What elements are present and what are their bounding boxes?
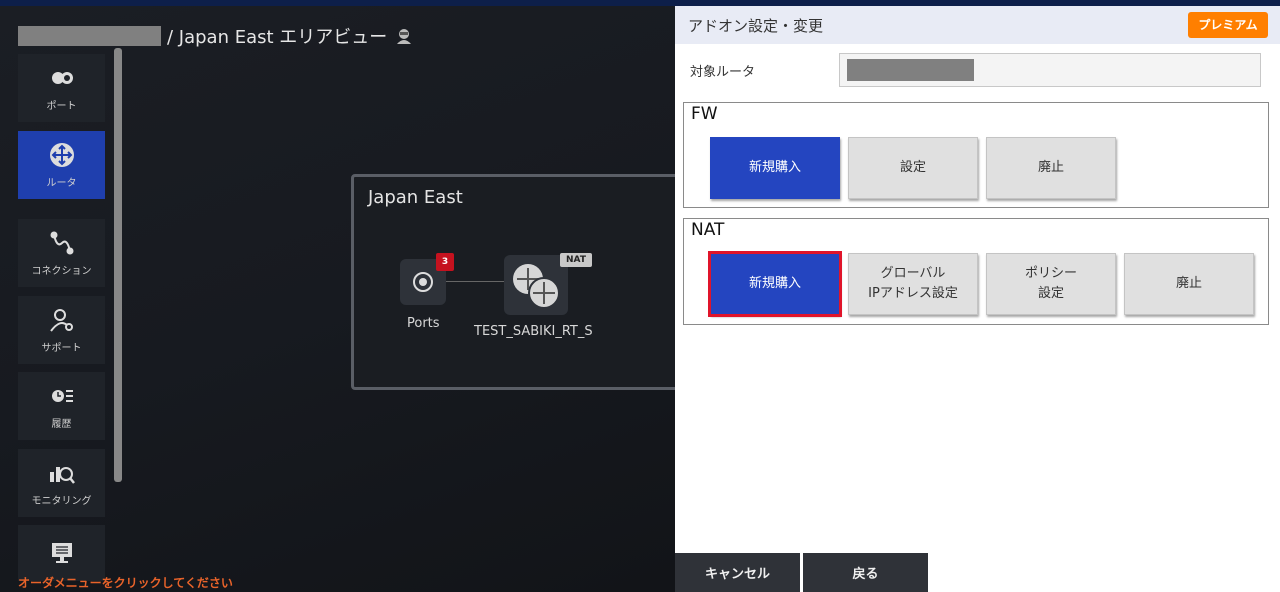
user-icon: [397, 29, 412, 44]
history-icon: [51, 389, 73, 402]
sidebar-item-label: サポート: [41, 342, 82, 354]
nat-global-ip-settings-button[interactable]: グローバル IPアドレス設定: [848, 253, 978, 315]
area-view: / Japan East エリアビュー ポート ルータ コネクション サポート …: [0, 6, 675, 592]
area-title: Japan East: [368, 187, 463, 208]
connection-icon: [50, 231, 73, 254]
sidebar-item-router[interactable]: ルータ: [18, 131, 105, 199]
nat-title: NAT: [691, 220, 725, 240]
sidebar-item-connection[interactable]: コネクション: [18, 219, 105, 287]
router-icon: [49, 142, 74, 167]
router-label: TEST_SABIKI_RT_S: [474, 324, 593, 339]
fw-settings-button[interactable]: 設定: [848, 137, 978, 199]
back-button[interactable]: 戻る: [803, 553, 928, 592]
port-dot: [419, 278, 427, 286]
sidebar-scrollbar[interactable]: [114, 48, 122, 482]
panel-header: アドオン設定・変更 プレミアム: [675, 6, 1280, 44]
target-router-field[interactable]: [839, 53, 1261, 87]
router-node[interactable]: [504, 255, 568, 315]
addon-settings-panel: アドオン設定・変更 プレミアム 対象ルータ FW 新規購入 設定 廃止 NAT …: [675, 6, 1280, 592]
panel-title: アドオン設定・変更: [688, 17, 824, 35]
nat-group: NAT 新規購入 グローバル IPアドレス設定 ポリシー 設定 廃止: [683, 218, 1269, 325]
fw-new-purchase-button[interactable]: 新規購入: [710, 137, 840, 199]
sidebar-item-monitoring[interactable]: モニタリング: [18, 449, 105, 517]
sidebar-item-order[interactable]: [18, 525, 105, 581]
target-router-label: 対象ルータ: [690, 65, 756, 80]
port-count-badge: 3: [436, 253, 454, 271]
fw-title: FW: [691, 104, 718, 124]
area-diagram: Japan East 3 NAT Ports TEST_SABIKI_RT_S: [351, 174, 675, 390]
port-icon: [51, 71, 73, 84]
router-icon: [513, 264, 560, 309]
sidebar-item-support[interactable]: サポート: [18, 296, 105, 364]
breadcrumb: / Japan East エリアビュー: [18, 26, 413, 48]
page-title: / Japan East エリアビュー: [167, 27, 388, 48]
sidebar-item-label: ポート: [46, 100, 77, 112]
connection-line: [446, 281, 508, 282]
nat-policy-settings-button[interactable]: ポリシー 設定: [986, 253, 1116, 315]
fw-group: FW 新規購入 設定 廃止: [683, 102, 1269, 208]
sidebar-item-label: ルータ: [46, 177, 77, 189]
order-icon: [51, 543, 72, 563]
sidebar-item-label: 履歴: [51, 418, 72, 430]
cancel-button[interactable]: キャンセル: [675, 553, 800, 592]
sidebar-item-label: コネクション: [31, 265, 92, 277]
support-icon: [49, 308, 73, 332]
order-message: オーダメニューをクリックしてください: [18, 576, 233, 590]
sidebar-item-label: モニタリング: [31, 495, 92, 507]
sidebar-item-history[interactable]: 履歴: [18, 372, 105, 440]
fw-cancel-button[interactable]: 廃止: [986, 137, 1116, 199]
premium-badge: プレミアム: [1188, 12, 1268, 38]
nat-badge: NAT: [560, 253, 592, 267]
port-label: Ports: [407, 316, 440, 331]
nat-new-purchase-button[interactable]: 新規購入: [708, 251, 842, 317]
sidebar-item-port[interactable]: ポート: [18, 54, 105, 122]
redacted-name: [18, 26, 161, 46]
monitoring-icon: [49, 466, 75, 484]
nat-cancel-button[interactable]: 廃止: [1124, 253, 1254, 315]
redacted-router-name: [847, 59, 974, 81]
